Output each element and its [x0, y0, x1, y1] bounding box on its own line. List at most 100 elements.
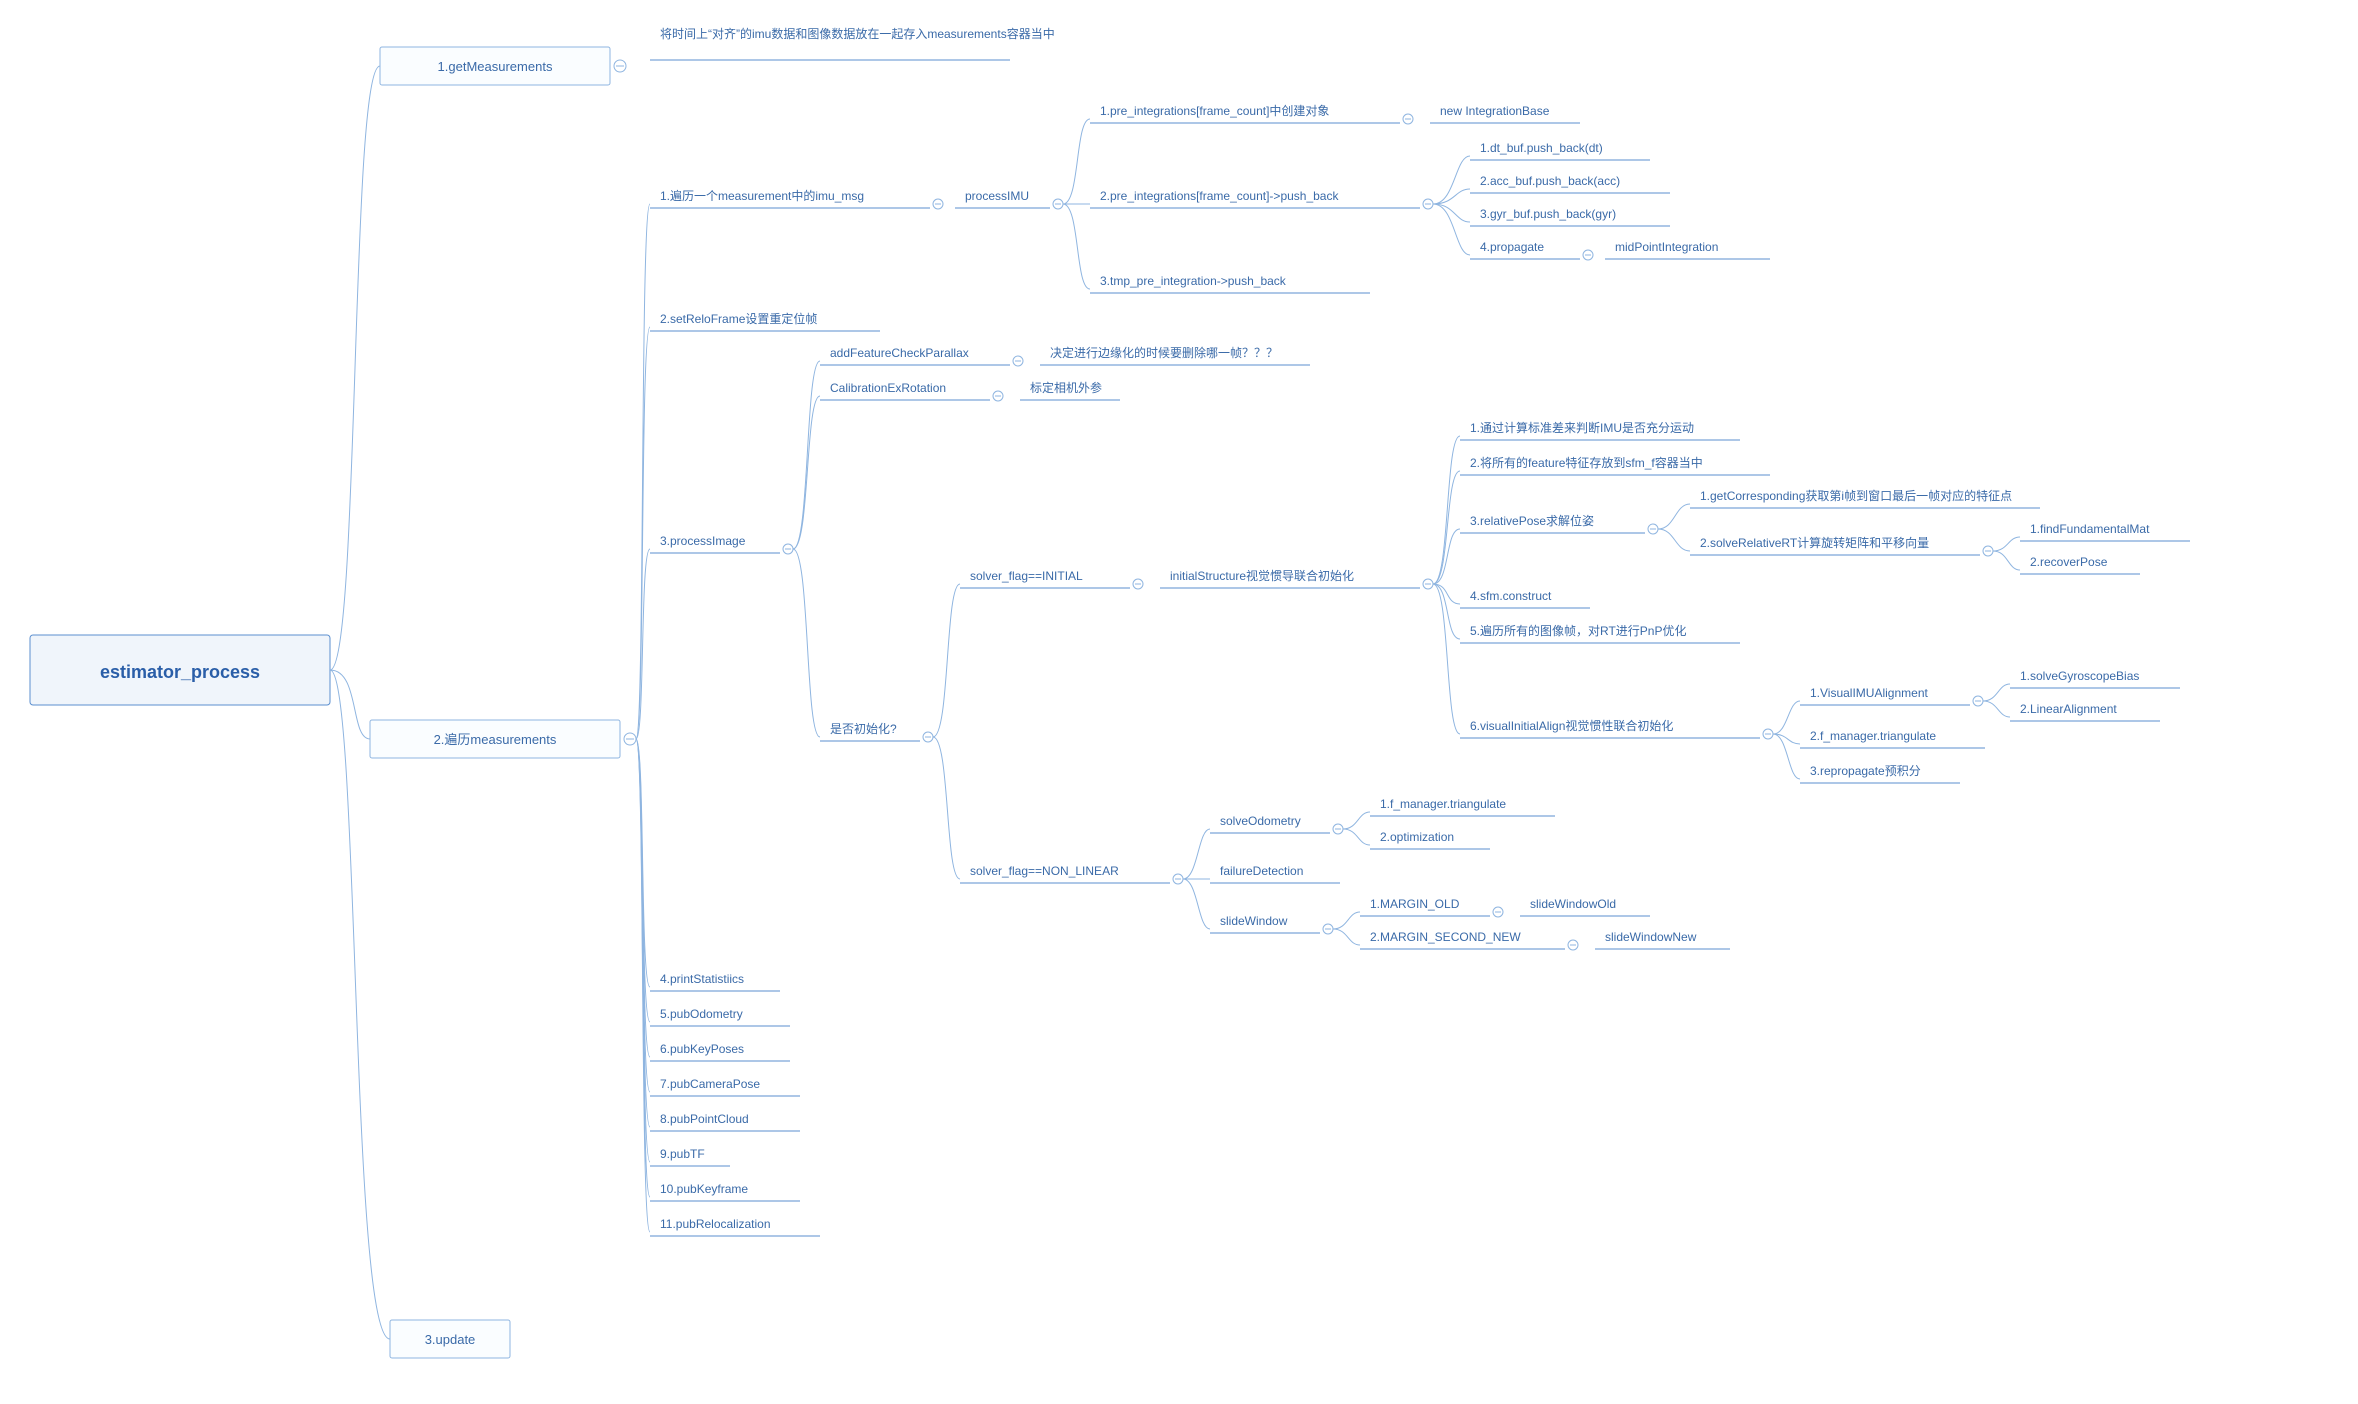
node-pubodometry[interactable]: 5.pubOdometry: [650, 1007, 790, 1026]
collapse-icon[interactable]: [1423, 199, 1433, 209]
node-solverflag-nonlinear[interactable]: solver_flag==NON_LINEAR: [960, 864, 1170, 883]
root-label: estimator_process: [100, 662, 260, 682]
svg-text:CalibrationExRotation: CalibrationExRotation: [830, 381, 946, 395]
node-accbuf[interactable]: 2.acc_buf.push_back(acc): [1470, 174, 1670, 193]
node-failuredetection[interactable]: failureDetection: [1210, 864, 1340, 883]
node-propagate[interactable]: 4.propagate: [1470, 240, 1580, 259]
node-slidewindow[interactable]: slideWindow: [1210, 914, 1320, 933]
collapse-icon[interactable]: [1403, 114, 1413, 124]
svg-text:2.setReloFrame设置重定位帧: 2.setReloFrame设置重定位帧: [660, 311, 817, 326]
node-processimu[interactable]: processIMU: [955, 189, 1050, 208]
node-printstatistics[interactable]: 4.printStatistiics: [650, 972, 780, 991]
svg-text:2.f_manager.triangulate: 2.f_manager.triangulate: [1810, 729, 1936, 743]
svg-text:1.getMeasurements: 1.getMeasurements: [438, 59, 553, 74]
svg-text:addFeatureCheckParallax: addFeatureCheckParallax: [830, 346, 969, 360]
node-pubrelocalization[interactable]: 11.pubRelocalization: [650, 1217, 820, 1236]
collapse-icon[interactable]: [933, 199, 943, 209]
svg-text:是否初始化?: 是否初始化?: [830, 722, 897, 736]
svg-text:solver_flag==NON_LINEAR: solver_flag==NON_LINEAR: [970, 864, 1119, 878]
node-imu-msg[interactable]: 1.遍历一个measurement中的imu_msg: [650, 188, 930, 208]
node-slidewindownew[interactable]: slideWindowNew: [1595, 930, 1730, 949]
svg-text:1.findFundamentalMat: 1.findFundamentalMat: [2030, 522, 2150, 536]
svg-text:solveOdometry: solveOdometry: [1220, 814, 1301, 828]
node-findfundamental[interactable]: 1.findFundamentalMat: [2020, 522, 2190, 541]
collapse-icon[interactable]: [1323, 924, 1333, 934]
svg-text:将时间上“对齐”的imu数据和图像数据放在一起存入measu: 将时间上“对齐”的imu数据和图像数据放在一起存入measurements容器当…: [660, 26, 1055, 41]
node-solvegyro[interactable]: 1.solveGyroscopeBias: [2010, 669, 2180, 688]
collapse-icon[interactable]: [1973, 696, 1983, 706]
svg-text:slideWindow: slideWindow: [1220, 914, 1288, 928]
node-margin-second[interactable]: 2.MARGIN_SECOND_NEW: [1360, 930, 1565, 949]
node-midpoint[interactable]: midPointIntegration: [1605, 240, 1770, 259]
node-solveodometry[interactable]: solveOdometry: [1210, 814, 1330, 833]
node-dtbuf[interactable]: 1.dt_buf.push_back(dt): [1470, 141, 1650, 160]
node-solverflag-initial[interactable]: solver_flag==INITIAL: [960, 569, 1130, 588]
collapse-icon[interactable]: [993, 391, 1003, 401]
node-margin-old[interactable]: 1.MARGIN_OLD: [1360, 897, 1490, 916]
svg-text:2.acc_buf.push_back(acc): 2.acc_buf.push_back(acc): [1480, 174, 1620, 188]
note-addfeature: 决定进行边缘化的时候要删除哪一帧？？？: [1040, 345, 1310, 365]
svg-text:initialStructure视觉惯导联合初始化: initialStructure视觉惯导联合初始化: [1170, 568, 1354, 583]
svg-text:new IntegrationBase: new IntegrationBase: [1440, 104, 1550, 118]
node-fmanager-tri[interactable]: 2.f_manager.triangulate: [1800, 729, 1985, 748]
node-measurements[interactable]: 2.遍历measurements: [370, 720, 620, 758]
svg-text:1.MARGIN_OLD: 1.MARGIN_OLD: [1370, 897, 1460, 911]
node-is1[interactable]: 1.通过计算标准差来判断IMU是否充分运动: [1460, 420, 1740, 440]
node-slidewindowold[interactable]: slideWindowOld: [1520, 897, 1650, 916]
node-is2[interactable]: 2.将所有的feature特征存放到sfm_f容器当中: [1460, 455, 1770, 475]
node-visualinitialalign[interactable]: 6.visualInitialAlign视觉惯性联合初始化: [1460, 718, 1760, 738]
svg-text:2.solveRelativeRT计算旋转矩阵和平移向量: 2.solveRelativeRT计算旋转矩阵和平移向量: [1700, 535, 1929, 550]
node-is4[interactable]: 4.sfm.construct: [1460, 589, 1590, 608]
node-pubpointcloud[interactable]: 8.pubPointCloud: [650, 1112, 800, 1131]
node-linearalign[interactable]: 2.LinearAlignment: [2010, 702, 2160, 721]
node-pubcamerapose[interactable]: 7.pubCameraPose: [650, 1077, 800, 1096]
node-update[interactable]: 3.update: [390, 1320, 510, 1358]
node-pubtf[interactable]: 9.pubTF: [650, 1147, 730, 1166]
node-solverelrt[interactable]: 2.solveRelativeRT计算旋转矩阵和平移向量: [1690, 535, 1980, 555]
collapse-icon[interactable]: [1568, 940, 1578, 950]
collapse-icon[interactable]: [1493, 907, 1503, 917]
collapse-icon[interactable]: [1333, 824, 1343, 834]
node-gyrbuf[interactable]: 3.gyr_buf.push_back(gyr): [1470, 207, 1670, 226]
collapse-icon[interactable]: [614, 60, 626, 72]
node-processimage[interactable]: 3.processImage: [650, 534, 780, 553]
collapse-icon[interactable]: [1983, 546, 1993, 556]
collapse-icon[interactable]: [1133, 579, 1143, 589]
node-recoverpose[interactable]: 2.recoverPose: [2020, 555, 2140, 574]
collapse-icon[interactable]: [783, 544, 793, 554]
node-relativepose[interactable]: 3.relativePose求解位姿: [1460, 513, 1645, 533]
node-is5[interactable]: 5.遍历所有的图像帧，对RT进行PnP优化: [1460, 623, 1740, 643]
collapse-icon[interactable]: [1648, 524, 1658, 534]
node-getmeasurements[interactable]: 1.getMeasurements: [380, 47, 610, 85]
node-setreloframe[interactable]: 2.setReloFrame设置重定位帧: [650, 311, 880, 331]
node-init[interactable]: 是否初始化?: [820, 722, 920, 741]
collapse-icon[interactable]: [1053, 199, 1063, 209]
node-visualimualign[interactable]: 1.VisualIMUAlignment: [1800, 686, 1970, 705]
svg-text:4.sfm.construct: 4.sfm.construct: [1470, 589, 1552, 603]
node-addfeature[interactable]: addFeatureCheckParallax: [820, 346, 1010, 365]
collapse-icon[interactable]: [1013, 356, 1023, 366]
node-initialstructure[interactable]: initialStructure视觉惯导联合初始化: [1160, 568, 1420, 588]
svg-text:1.遍历一个measurement中的imu_msg: 1.遍历一个measurement中的imu_msg: [660, 188, 864, 203]
node-getcorresponding[interactable]: 1.getCorresponding获取第i帧到窗口最后一帧对应的特征点: [1690, 488, 2040, 508]
node-pubkeyframe[interactable]: 10.pubKeyframe: [650, 1182, 800, 1201]
node-fmanager-tri2[interactable]: 1.f_manager.triangulate: [1370, 797, 1555, 816]
node-pubkeyposes[interactable]: 6.pubKeyPoses: [650, 1042, 790, 1061]
collapse-icon[interactable]: [1423, 579, 1433, 589]
svg-text:midPointIntegration: midPointIntegration: [1615, 240, 1718, 254]
collapse-icon[interactable]: [923, 732, 933, 742]
node-calibration[interactable]: CalibrationExRotation: [820, 381, 990, 400]
node-preint-pushback[interactable]: 2.pre_integrations[frame_count]->push_ba…: [1090, 189, 1420, 208]
node-integrationbase[interactable]: new IntegrationBase: [1430, 104, 1580, 123]
node-repropagate[interactable]: 3.repropagate预积分: [1800, 764, 1960, 783]
node-preint-create[interactable]: 1.pre_integrations[frame_count]中创建对象: [1090, 103, 1400, 123]
collapse-icon[interactable]: [1173, 874, 1183, 884]
collapse-icon[interactable]: [1583, 250, 1593, 260]
svg-text:1.dt_buf.push_back(dt): 1.dt_buf.push_back(dt): [1480, 141, 1603, 155]
collapse-icon[interactable]: [1763, 729, 1773, 739]
svg-text:2.pre_integrations[frame_count: 2.pre_integrations[frame_count]->push_ba…: [1100, 189, 1339, 203]
node-optimization[interactable]: 2.optimization: [1370, 830, 1490, 849]
node-tmp-preint[interactable]: 3.tmp_pre_integration->push_back: [1090, 274, 1370, 293]
root-node[interactable]: estimator_process: [30, 635, 330, 705]
collapse-icon[interactable]: [624, 733, 636, 745]
